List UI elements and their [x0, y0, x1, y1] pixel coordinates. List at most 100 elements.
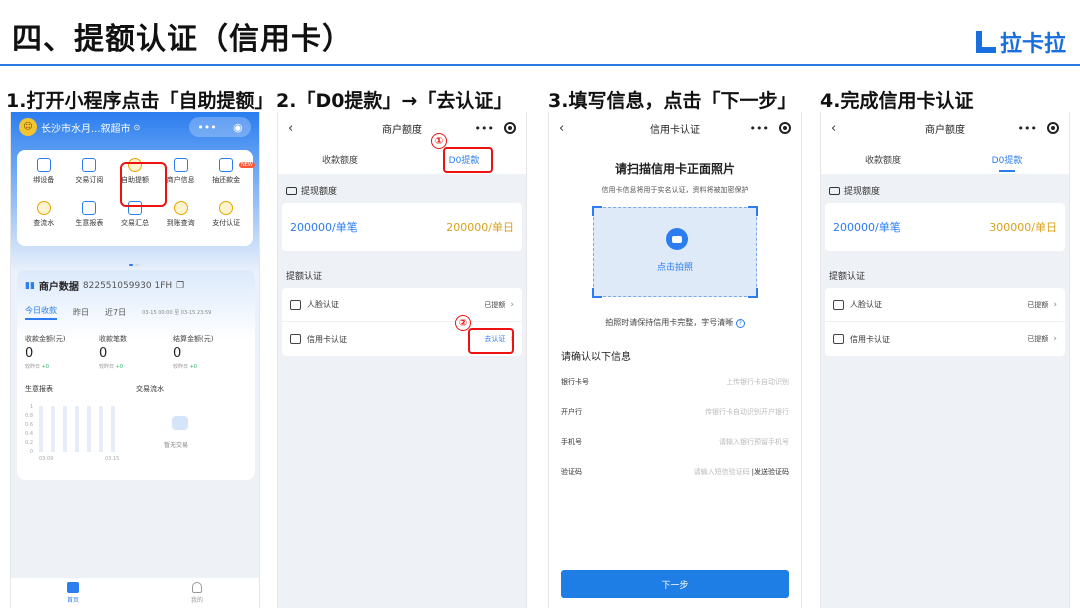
- new-badge: NEW: [239, 162, 255, 168]
- close-target-icon[interactable]: [779, 122, 791, 134]
- auth-section-title: 提额认证: [829, 272, 866, 282]
- copy-icon[interactable]: ❐: [176, 281, 184, 291]
- quota-single: 200000/单笔: [290, 221, 358, 234]
- withdraw-quota-card: 200000/单笔 300000/单日: [825, 203, 1065, 251]
- confirm-heading: 请确认以下信息: [561, 352, 631, 363]
- row-credit-card-auth[interactable]: 信用卡认证 已提额 ›: [825, 322, 1065, 356]
- step-1-caption: 1.打开小程序点击「自助提额」: [6, 90, 274, 112]
- grid-item-pay-auth[interactable]: 支付认证: [203, 201, 249, 238]
- metric-settle: 结算金额(元) 0 较昨日 +0: [173, 334, 247, 370]
- metric-label: 收款笔数: [99, 335, 127, 343]
- row-status: 已提额: [484, 300, 506, 309]
- field-placeholder[interactable]: 请输入银行预留手机号: [719, 437, 789, 447]
- field-sms-code[interactable]: 验证码 请输入短信验证码 |发送验证码: [549, 457, 801, 487]
- metrics-row: 收款金额(元) 0 较昨日 +0 收款笔数 0 较昨日 +0 结算金额(元) 0 较昨日 +…: [25, 334, 247, 370]
- card-scan-area[interactable]: 点击拍照: [592, 206, 758, 298]
- device-icon: [36, 158, 51, 172]
- bottom-panels: 生意报表 1 0.8 0.6 0.4 0.2 0 03.09 03.15 交易流…: [25, 384, 247, 464]
- field-bank[interactable]: 开户行 传银行卡自动识别开户银行: [549, 397, 801, 427]
- marker-1: ①: [431, 133, 447, 149]
- store-name[interactable]: 长沙市水月...叙超市: [41, 120, 131, 135]
- field-placeholder[interactable]: 传银行卡自动识别开户银行: [705, 407, 789, 417]
- tab-collect-quota[interactable]: 收款额度: [278, 144, 402, 174]
- phone-home-screen: ☺ 长沙市水月...叙超市 ⊙ ••• ◉ 绑设备 交易订阅 自助提额 商户信息…: [10, 112, 260, 608]
- field-phone[interactable]: 手机号 请输入银行预留手机号: [549, 427, 801, 457]
- back-icon[interactable]: ‹: [288, 121, 308, 136]
- user-icon: [192, 582, 202, 593]
- highlight-self-raise: [120, 162, 167, 207]
- field-placeholder[interactable]: 请输入短信验证码: [694, 467, 750, 477]
- grid-item-arrival[interactable]: 到账查询: [158, 201, 204, 238]
- row-label: 信用卡认证: [307, 334, 347, 344]
- miniapp-capsule[interactable]: •••: [750, 122, 791, 135]
- send-code-button[interactable]: |发送验证码: [752, 467, 789, 477]
- merchant-number: 822551059930 1FH: [82, 280, 173, 291]
- metric-label: 收款金额(元): [25, 335, 66, 343]
- close-target-icon[interactable]: [1047, 122, 1059, 134]
- date-range: 03-15 00:00 至 03-15 23:59: [142, 310, 212, 316]
- more-icon[interactable]: •••: [1018, 122, 1037, 135]
- miniapp-capsule[interactable]: ••• ◉: [189, 117, 251, 137]
- grid-item-bind-device[interactable]: 绑设备: [21, 158, 67, 195]
- field-placeholder[interactable]: 上传银行卡自动识别: [726, 377, 789, 387]
- shield-icon: [219, 201, 234, 215]
- report-panel[interactable]: 生意报表 1 0.8 0.6 0.4 0.2 0 03.09 03.15: [25, 384, 136, 464]
- tab-collect-quota[interactable]: 收款额度: [821, 144, 945, 174]
- help-icon[interactable]: ?: [735, 319, 745, 328]
- next-step-button[interactable]: 下一步: [561, 570, 789, 598]
- withdraw-quota-card: 200000/单笔 200000/单日: [282, 203, 522, 251]
- tab-home[interactable]: 首页: [11, 578, 135, 608]
- nav-bar: ‹ 信用卡认证 •••: [549, 112, 801, 144]
- chevron-right-icon: ›: [510, 299, 514, 310]
- field-label: 银行卡号: [561, 378, 589, 386]
- step-2-caption: 2.「D0提款」→「去认证」: [276, 90, 513, 112]
- credit-card-icon: [290, 334, 301, 344]
- close-target-icon[interactable]: ◉: [233, 121, 243, 134]
- quota-daily: 300000/单日: [989, 221, 1057, 234]
- data-title: 商户数据: [38, 282, 79, 293]
- more-icon[interactable]: •••: [750, 122, 769, 135]
- row-status: 已提额: [1027, 335, 1049, 343]
- camera-icon[interactable]: [666, 228, 688, 250]
- row-status: 已提额: [1027, 300, 1049, 309]
- grid-item-flow[interactable]: 查流水: [21, 201, 67, 238]
- slide-title: 四、提额认证（信用卡）: [12, 22, 353, 57]
- miniapp-capsule[interactable]: •••: [475, 122, 516, 135]
- withdraw-section-title: 提现额度: [821, 174, 1069, 203]
- back-icon[interactable]: ‹: [559, 121, 579, 136]
- grid-label: 查流水: [33, 219, 55, 227]
- dropdown-icon[interactable]: ⊙: [134, 123, 141, 132]
- title-divider: [0, 64, 1080, 66]
- grid-item-subscribe[interactable]: 交易订阅: [67, 158, 113, 195]
- chevron-right-icon: ›: [1053, 334, 1057, 344]
- more-icon[interactable]: •••: [475, 122, 494, 135]
- field-card-number[interactable]: 银行卡号 上传银行卡自动识别: [549, 367, 801, 397]
- tab-7days[interactable]: 近7日: [105, 307, 126, 318]
- no-trade-text: 暂无交易: [164, 442, 189, 449]
- shoot-label[interactable]: 点击拍照: [594, 260, 756, 273]
- grid-item-report[interactable]: 生意报表: [67, 201, 113, 238]
- miniapp-capsule[interactable]: •••: [1018, 122, 1059, 135]
- home-icon: [67, 582, 79, 593]
- more-icon[interactable]: •••: [197, 121, 216, 134]
- row-face-auth[interactable]: 人脸认证 已提额 ›: [282, 288, 522, 322]
- tick-0.8: 0.8: [25, 413, 33, 419]
- back-icon[interactable]: ‹: [831, 121, 851, 136]
- row-face-auth[interactable]: 人脸认证 已提额 ›: [825, 288, 1065, 322]
- highlight-go-auth: [468, 328, 514, 354]
- field-label: 验证码: [561, 468, 582, 476]
- chevron-right-icon: ›: [1053, 299, 1057, 310]
- tab-yesterday[interactable]: 昨日: [73, 307, 89, 318]
- field-label: 开户行: [561, 408, 582, 416]
- close-target-icon[interactable]: [504, 122, 516, 134]
- tab-today[interactable]: 今日收款: [25, 305, 57, 320]
- flow-panel[interactable]: 交易流水 暂无交易: [136, 384, 247, 464]
- metric-delta: 较昨日 +0: [173, 364, 197, 370]
- tab-me[interactable]: 我的: [135, 578, 259, 608]
- logo-text: 拉卡拉: [999, 32, 1066, 57]
- tick-0.6: 0.6: [25, 422, 33, 428]
- tick-0.4: 0.4: [25, 431, 33, 437]
- home-header: ☺ 长沙市水月...叙超市 ⊙ ••• ◉: [11, 112, 259, 142]
- tab-d0-withdraw[interactable]: D0提款: [945, 144, 1069, 174]
- metric-count: 收款笔数 0 较昨日 +0: [99, 334, 173, 370]
